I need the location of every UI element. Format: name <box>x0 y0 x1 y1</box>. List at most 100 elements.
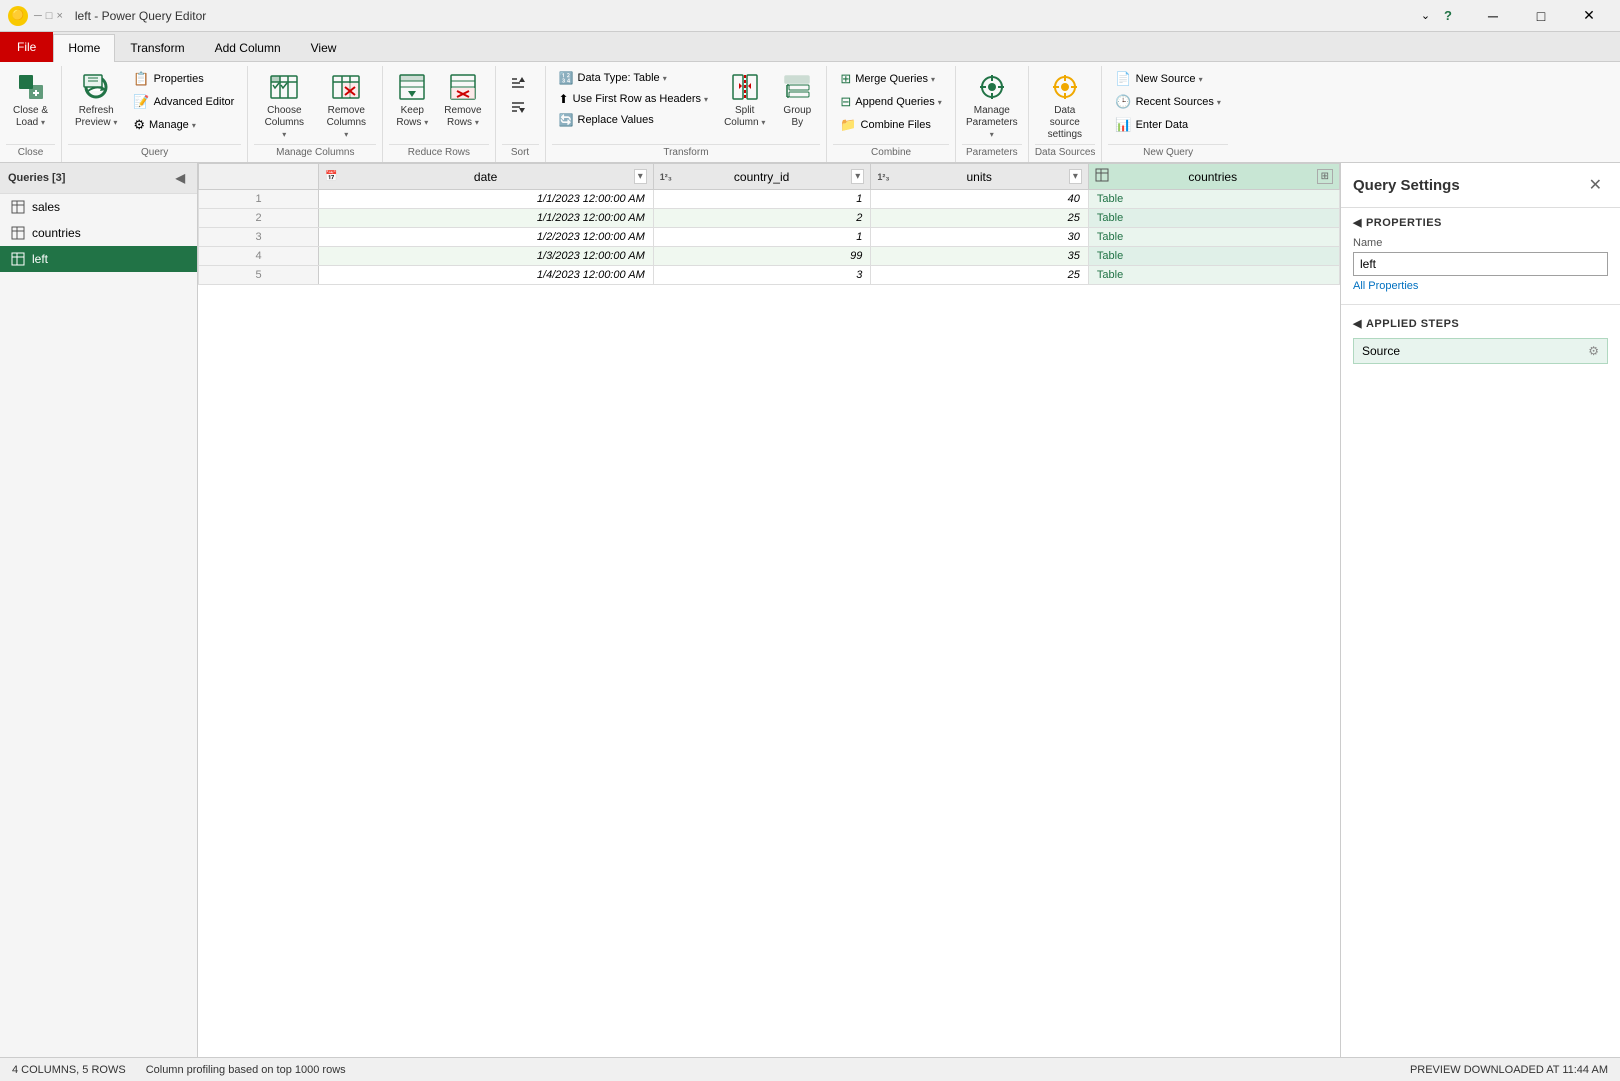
merge-queries-button[interactable]: ⊞ Merge Queries ▾ <box>833 68 948 90</box>
combine-files-button[interactable]: 📁 Combine Files <box>833 114 948 136</box>
advanced-editor-label: Advanced Editor <box>154 96 235 108</box>
query-item-sales[interactable]: sales <box>0 194 197 220</box>
units-cell: 40 <box>871 190 1089 209</box>
profiling-status: Column profiling based on top 1000 rows <box>146 1064 346 1076</box>
units-col-name: units <box>894 170 1065 184</box>
all-properties-link[interactable]: All Properties <box>1353 280 1418 292</box>
units-cell: 35 <box>871 247 1089 266</box>
row-number: 4 <box>199 247 319 266</box>
close-button[interactable]: ✕ <box>1566 2 1612 30</box>
title-bar: 🟡 ─ □ × left - Power Query Editor ⌄ ? ─ … <box>0 0 1620 32</box>
data-type-button[interactable]: 🔢 Data Type: Table ▾ <box>552 68 716 88</box>
merge-queries-label: Merge Queries ▾ <box>855 73 935 85</box>
date-cell: 1/3/2023 12:00:00 AM <box>319 247 654 266</box>
query-name-input[interactable] <box>1353 252 1608 276</box>
manage-button[interactable]: ⚙ Manage ▾ <box>126 114 241 136</box>
new-source-icon: 📄 <box>1115 71 1131 87</box>
choose-columns-label: ChooseColumns ▾ <box>261 105 307 141</box>
countries-column-header[interactable]: countries ⊞ <box>1088 164 1339 190</box>
countries-cell: Table <box>1088 228 1339 247</box>
data-source-settings-button[interactable]: Data sourcesettings <box>1035 66 1095 144</box>
properties-button[interactable]: 📋 Properties <box>126 68 241 90</box>
properties-section-label: PROPERTIES <box>1366 217 1442 229</box>
countries-cell: Table <box>1088 190 1339 209</box>
source-step-gear-icon[interactable]: ⚙ <box>1588 344 1599 358</box>
sort-asc-button[interactable] <box>502 70 534 94</box>
data-source-settings-label: Data sourcesettings <box>1042 105 1088 141</box>
tab-transform[interactable]: Transform <box>115 34 199 62</box>
name-label: Name <box>1353 237 1608 249</box>
date-filter-button[interactable]: ▾ <box>634 169 647 184</box>
remove-columns-label: RemoveColumns ▾ <box>323 105 369 141</box>
replace-values-button[interactable]: 🔄 Replace Values <box>552 110 716 130</box>
recent-sources-button[interactable]: 🕒 Recent Sources ▾ <box>1108 91 1228 113</box>
close-load-button[interactable]: Close &Load ▾ <box>6 66 55 132</box>
queries-collapse-button[interactable]: ◀ <box>172 169 189 187</box>
countries-cell: Table <box>1088 266 1339 285</box>
advanced-editor-button[interactable]: 📝 Advanced Editor <box>126 91 241 113</box>
properties-label: Properties <box>154 73 204 85</box>
units-filter-button[interactable]: ▾ <box>1069 169 1082 184</box>
manage-columns-group-label: Manage Columns <box>254 144 376 162</box>
keep-rows-button[interactable]: KeepRows ▾ <box>389 66 435 132</box>
country-id-type-icon: 1²₃ <box>660 172 672 182</box>
keep-rows-label: KeepRows ▾ <box>396 105 428 129</box>
manage-parameters-button[interactable]: ManageParameters ▾ <box>962 66 1022 144</box>
help-icon[interactable]: ? <box>1440 6 1456 25</box>
countries-type-icon <box>1095 168 1109 185</box>
use-first-row-icon: ⬆ <box>559 92 569 106</box>
ribbon-content: Close &Load ▾ Close <box>0 62 1620 162</box>
countries-query-label: countries <box>32 226 81 240</box>
countries-table-icon <box>10 225 26 241</box>
queries-count-label: Queries [3] <box>8 172 172 184</box>
tab-home[interactable]: Home <box>53 34 115 62</box>
choose-columns-icon <box>268 71 300 103</box>
tab-file[interactable]: File <box>0 32 53 62</box>
country-id-column-header[interactable]: 1²₃ country_id ▾ <box>653 164 871 190</box>
remove-columns-icon <box>330 71 362 103</box>
ribbon-group-reduce-rows: KeepRows ▾ RemoveRows ▾ <box>383 66 495 162</box>
countries-filter-button[interactable]: ⊞ <box>1317 169 1333 184</box>
query-settings-title: Query Settings <box>1353 177 1583 194</box>
query-item-left[interactable]: left <box>0 246 197 272</box>
use-first-row-button[interactable]: ⬆ Use First Row as Headers ▾ <box>552 89 716 109</box>
refresh-preview-label: RefreshPreview ▾ <box>75 105 117 129</box>
tab-view[interactable]: View <box>296 34 352 62</box>
data-sources-group-label: Data Sources <box>1035 144 1096 162</box>
date-column-header[interactable]: 📅 date ▾ <box>319 164 654 190</box>
refresh-preview-button[interactable]: RefreshPreview ▾ <box>68 66 124 132</box>
append-queries-button[interactable]: ⊟ Append Queries ▾ <box>833 91 948 113</box>
data-table[interactable]: 📅 date ▾ 1²₃ country_id ▾ <box>198 163 1340 1057</box>
tab-add-column[interactable]: Add Column <box>200 34 296 62</box>
units-column-header[interactable]: 1²₃ units ▾ <box>871 164 1089 190</box>
expand-icon[interactable]: ⌄ <box>1417 7 1434 24</box>
main-layout: Queries [3] ◀ sales countries <box>0 163 1620 1057</box>
split-column-button[interactable]: SplitColumn ▾ <box>717 66 772 132</box>
choose-columns-button[interactable]: ChooseColumns ▾ <box>254 66 314 144</box>
sort-desc-button[interactable] <box>502 96 534 120</box>
source-step[interactable]: Source ⚙ <box>1353 338 1608 364</box>
properties-section: ◀ PROPERTIES Name All Properties <box>1341 208 1620 300</box>
query-group-label: Query <box>68 144 241 162</box>
remove-rows-button[interactable]: RemoveRows ▾ <box>437 66 488 132</box>
data-type-icon: 🔢 <box>559 71 574 85</box>
remove-columns-button[interactable]: RemoveColumns ▾ <box>316 66 376 144</box>
new-source-button[interactable]: 📄 New Source ▾ <box>1108 68 1228 90</box>
country-id-filter-button[interactable]: ▾ <box>851 169 864 184</box>
maximize-button[interactable]: □ <box>1518 2 1564 30</box>
window-title: left - Power Query Editor <box>75 9 1417 23</box>
sort-desc-icon <box>509 99 527 117</box>
properties-section-header: ◀ PROPERTIES <box>1353 216 1608 229</box>
minimize-button[interactable]: ─ <box>1470 2 1516 30</box>
queries-header: Queries [3] ◀ <box>0 163 197 194</box>
applied-steps-section: ◀ APPLIED STEPS Source ⚙ <box>1341 309 1620 376</box>
left-query-label: left <box>32 252 48 266</box>
group-by-button[interactable]: GroupBy <box>774 66 820 132</box>
reduce-rows-group-label: Reduce Rows <box>389 144 488 162</box>
query-item-countries[interactable]: countries <box>0 220 197 246</box>
enter-data-button[interactable]: 📊 Enter Data <box>1108 114 1228 136</box>
query-settings-close-button[interactable]: ✕ <box>1583 173 1608 197</box>
new-source-label: New Source ▾ <box>1136 73 1203 85</box>
data-area: 📅 date ▾ 1²₃ country_id ▾ <box>198 163 1340 1057</box>
units-type-icon: 1²₃ <box>877 172 889 182</box>
